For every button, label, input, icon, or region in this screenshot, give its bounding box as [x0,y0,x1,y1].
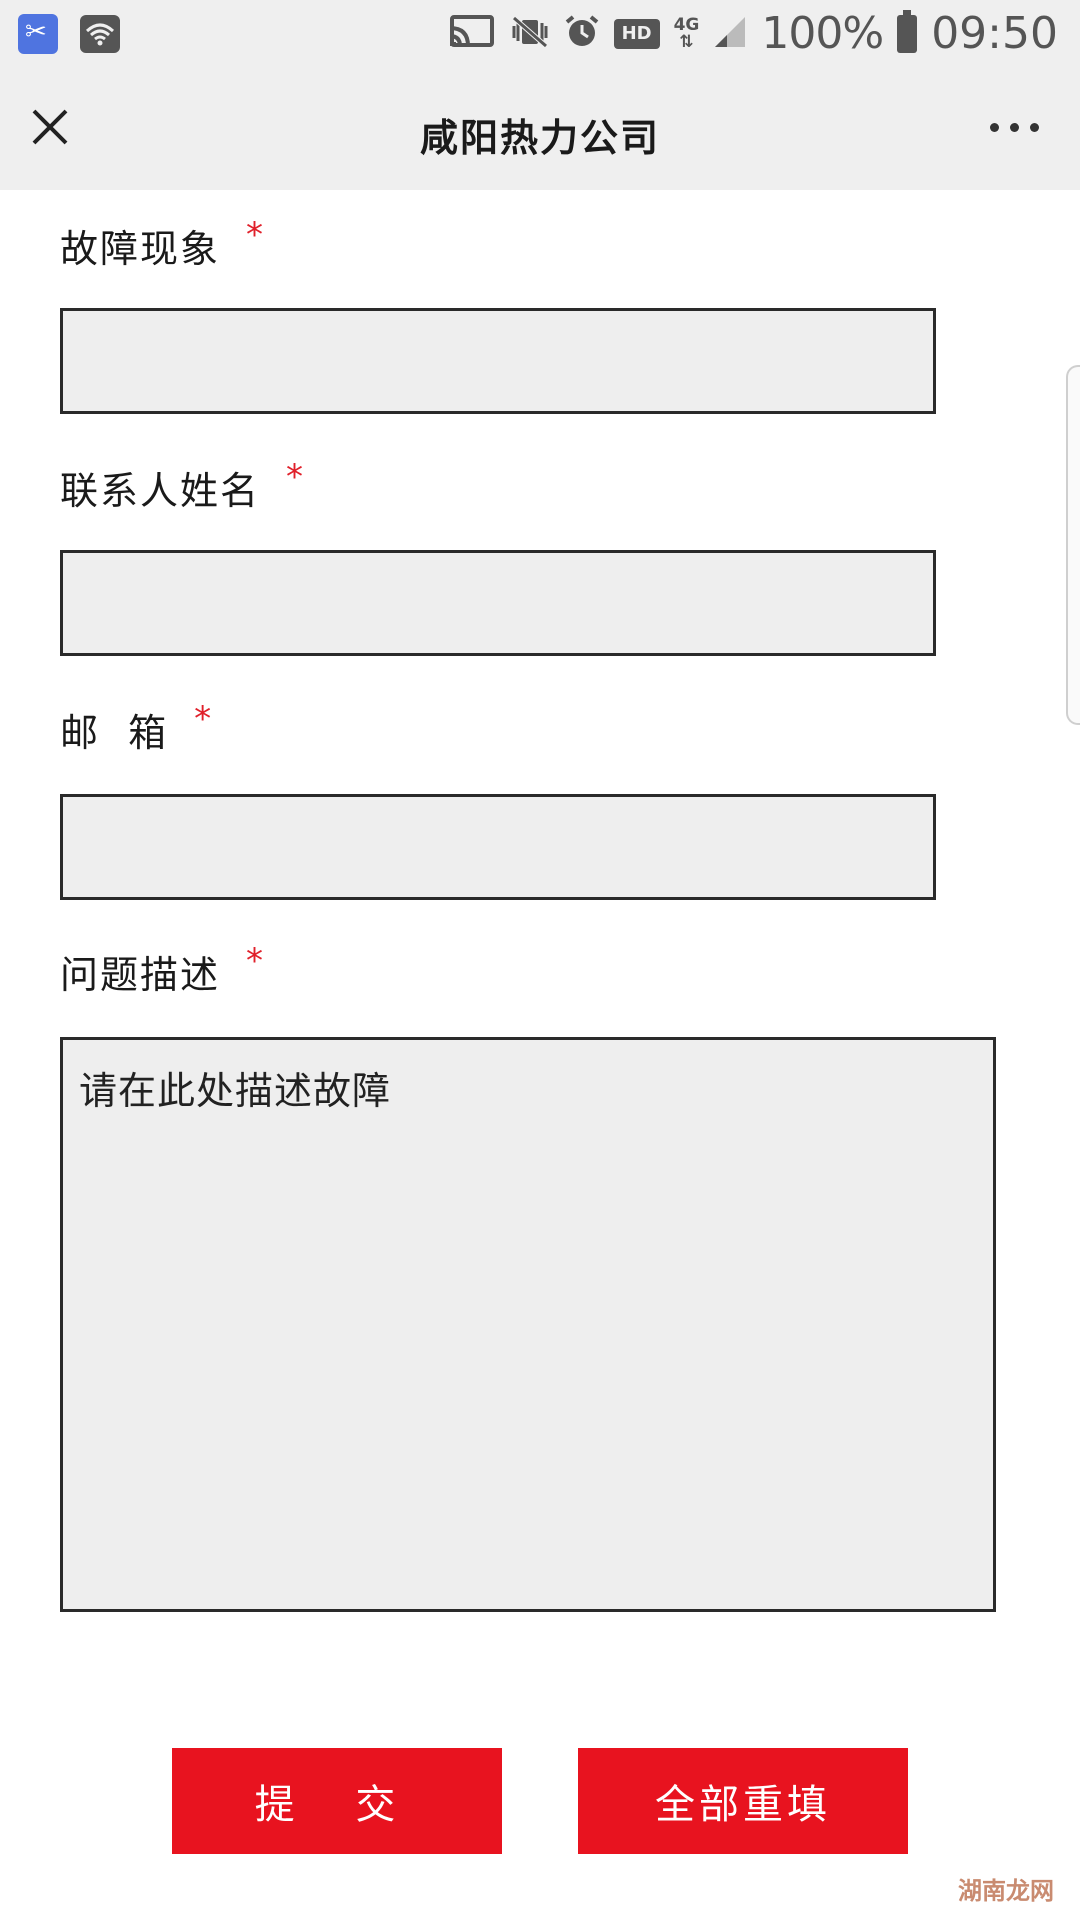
required-star: * [246,215,266,255]
clipboard-app-icon [18,14,58,54]
status-bar: HD 4G ⇅ 100% 09:50 [0,0,1080,75]
page-title: 咸阳热力公司 [419,115,660,160]
reset-all-button[interactable]: 全部重填 [578,1748,908,1854]
more-options-icon[interactable] [990,115,1040,139]
problem-description-textarea[interactable]: 请在此处描述故障 [60,1037,996,1612]
fault-phenomenon-field[interactable] [60,308,936,414]
battery-icon [897,9,918,53]
required-star: * [246,941,266,981]
clock: 09:50 [931,8,1058,59]
email-label: 邮 箱 * [60,699,214,755]
email-field[interactable] [60,794,936,900]
scrollbar[interactable] [1066,365,1080,725]
wifi-icon [80,15,120,53]
submit-button[interactable]: 提 交 [172,1748,502,1854]
cast-icon [448,14,496,54]
data-arrows-icon: ⇅ [679,31,694,52]
watermark: 湖南龙网 [958,1877,1054,1905]
problem-description-label: 问题描述 * [60,941,266,997]
network-type-label: 4G ⇅ [673,14,700,52]
contact-name-field[interactable] [60,550,936,656]
alarm-icon [564,14,600,54]
signal-icon [713,15,747,53]
contact-name-label: 联系人姓名 * [60,457,306,513]
vibrate-mute-icon [510,14,550,54]
description-text: 请在此处描述故障 [79,1069,392,1113]
required-star: * [194,699,214,739]
battery-percent: 100% [761,8,884,59]
fault-phenomenon-label: 故障现象 * [60,215,266,271]
hd-voice-badge: HD [613,18,660,49]
required-star: * [286,457,306,497]
app-header: 咸阳热力公司 [0,75,1080,190]
